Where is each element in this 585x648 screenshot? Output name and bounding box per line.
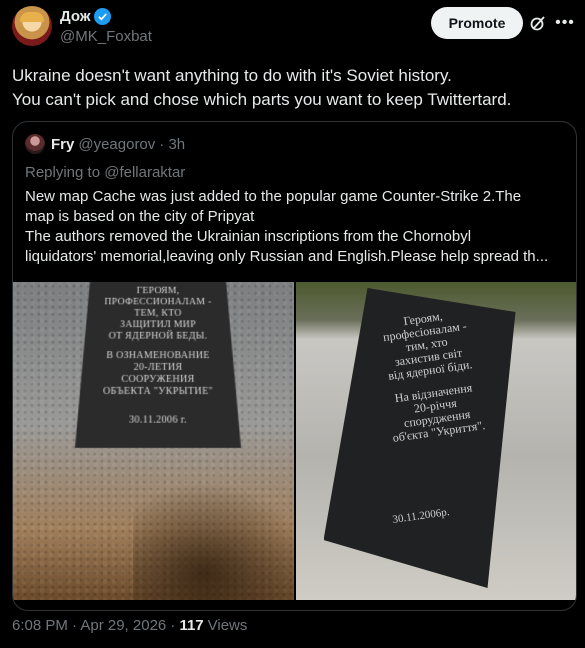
memorial-photo-russian[interactable]: ГЕРОЯМ, ПРОФЕССИОНАЛАМ - ТЕМ, КТО ЗАЩИТИ… (13, 282, 294, 600)
quoted-author-name: Fry (51, 135, 75, 153)
more-icon[interactable]: ••• (555, 14, 575, 32)
quoted-text-line: New map Cache was just added to the popu… (25, 188, 522, 205)
plaque-spacer (78, 342, 237, 350)
tweet-footer: 6:08 PM · Apr 29, 2026 · 117 Views (12, 617, 247, 634)
grok-icon[interactable] (529, 14, 547, 32)
verified-badge-icon (94, 8, 112, 25)
author-name-row: Дож (60, 8, 112, 25)
memorial-photo-ukrainian[interactable]: Героям, професіоналам - тим, хто захисти… (295, 282, 576, 600)
views-count: 117 (179, 617, 204, 634)
quoted-author-handle: @yeagorov (78, 135, 156, 153)
tweet-text-line: You can't pick and chose which parts you… (12, 90, 512, 109)
ground-stain (133, 482, 294, 600)
author-display-name[interactable]: Дож (60, 8, 90, 25)
replying-to-label: Replying to @fellaraktar (25, 164, 186, 181)
plaque-line: ГЕРОЯМ, (136, 285, 180, 296)
plaque-russian: ГЕРОЯМ, ПРОФЕССИОНАЛАМ - ТЕМ, КТО ЗАЩИТИ… (75, 282, 241, 448)
plaque-line: ОБЪЕКТА "УКРЫТИЕ" (102, 385, 214, 398)
quoted-text-line: The authors removed the Ukrainian inscri… (25, 228, 472, 245)
plaque-line: ЗАЩИТИЛ МИР (119, 319, 197, 330)
quoted-tweet-text: New map Cache was just added to the popu… (25, 187, 570, 267)
plaque-line: ТЕМ, КТО (134, 308, 182, 319)
quoted-author-avatar (25, 134, 45, 154)
quoted-text-line: liquidators' memorial,leaving only Russi… (25, 248, 549, 265)
plaque-ukrainian-text: Героям, професіоналам - тим, хто захисти… (347, 302, 513, 449)
plaque-line: СООРУЖЕНИЯ (121, 373, 195, 385)
quoted-tweet[interactable]: Fry @yeagorov · 3h Replying to @fellarak… (12, 121, 577, 611)
plaque-line: 20-ЛЕТИЯ (133, 361, 183, 373)
plaque-date: 30.11.2006 г. (128, 414, 188, 426)
promote-button[interactable]: Promote (431, 7, 523, 39)
quoted-tweet-time: · 3h (159, 135, 186, 153)
plaque-spacer (76, 398, 240, 414)
author-handle[interactable]: @MK_Foxbat (60, 28, 152, 45)
quoted-media: ГЕРОЯМ, ПРОФЕССИОНАЛАМ - ТЕМ, КТО ЗАЩИТИ… (13, 282, 576, 600)
tweet-timestamp[interactable]: 6:08 PM · Apr 29, 2026 · (12, 617, 175, 634)
plaque-line: ОТ ЯДЕРНОЙ БЕДЫ. (108, 330, 208, 342)
plaque-line: ПРОФЕССИОНАЛАМ - (104, 296, 212, 308)
quoted-text-line: map is based on the city of Pripyat (25, 208, 255, 225)
views-label: Views (207, 617, 248, 634)
tweet-header: Дож @MK_Foxbat Promote ••• (12, 6, 575, 48)
tweet-text-line: Ukraine doesn't want anything to do with… (12, 66, 452, 85)
plaque-line: В ОЗНАМЕНОВАНИЕ (106, 350, 210, 361)
author-avatar[interactable] (12, 6, 52, 46)
quoted-tweet-header: Fry @yeagorov · 3h (25, 134, 185, 154)
tweet-text: Ukraine doesn't want anything to do with… (12, 64, 572, 112)
